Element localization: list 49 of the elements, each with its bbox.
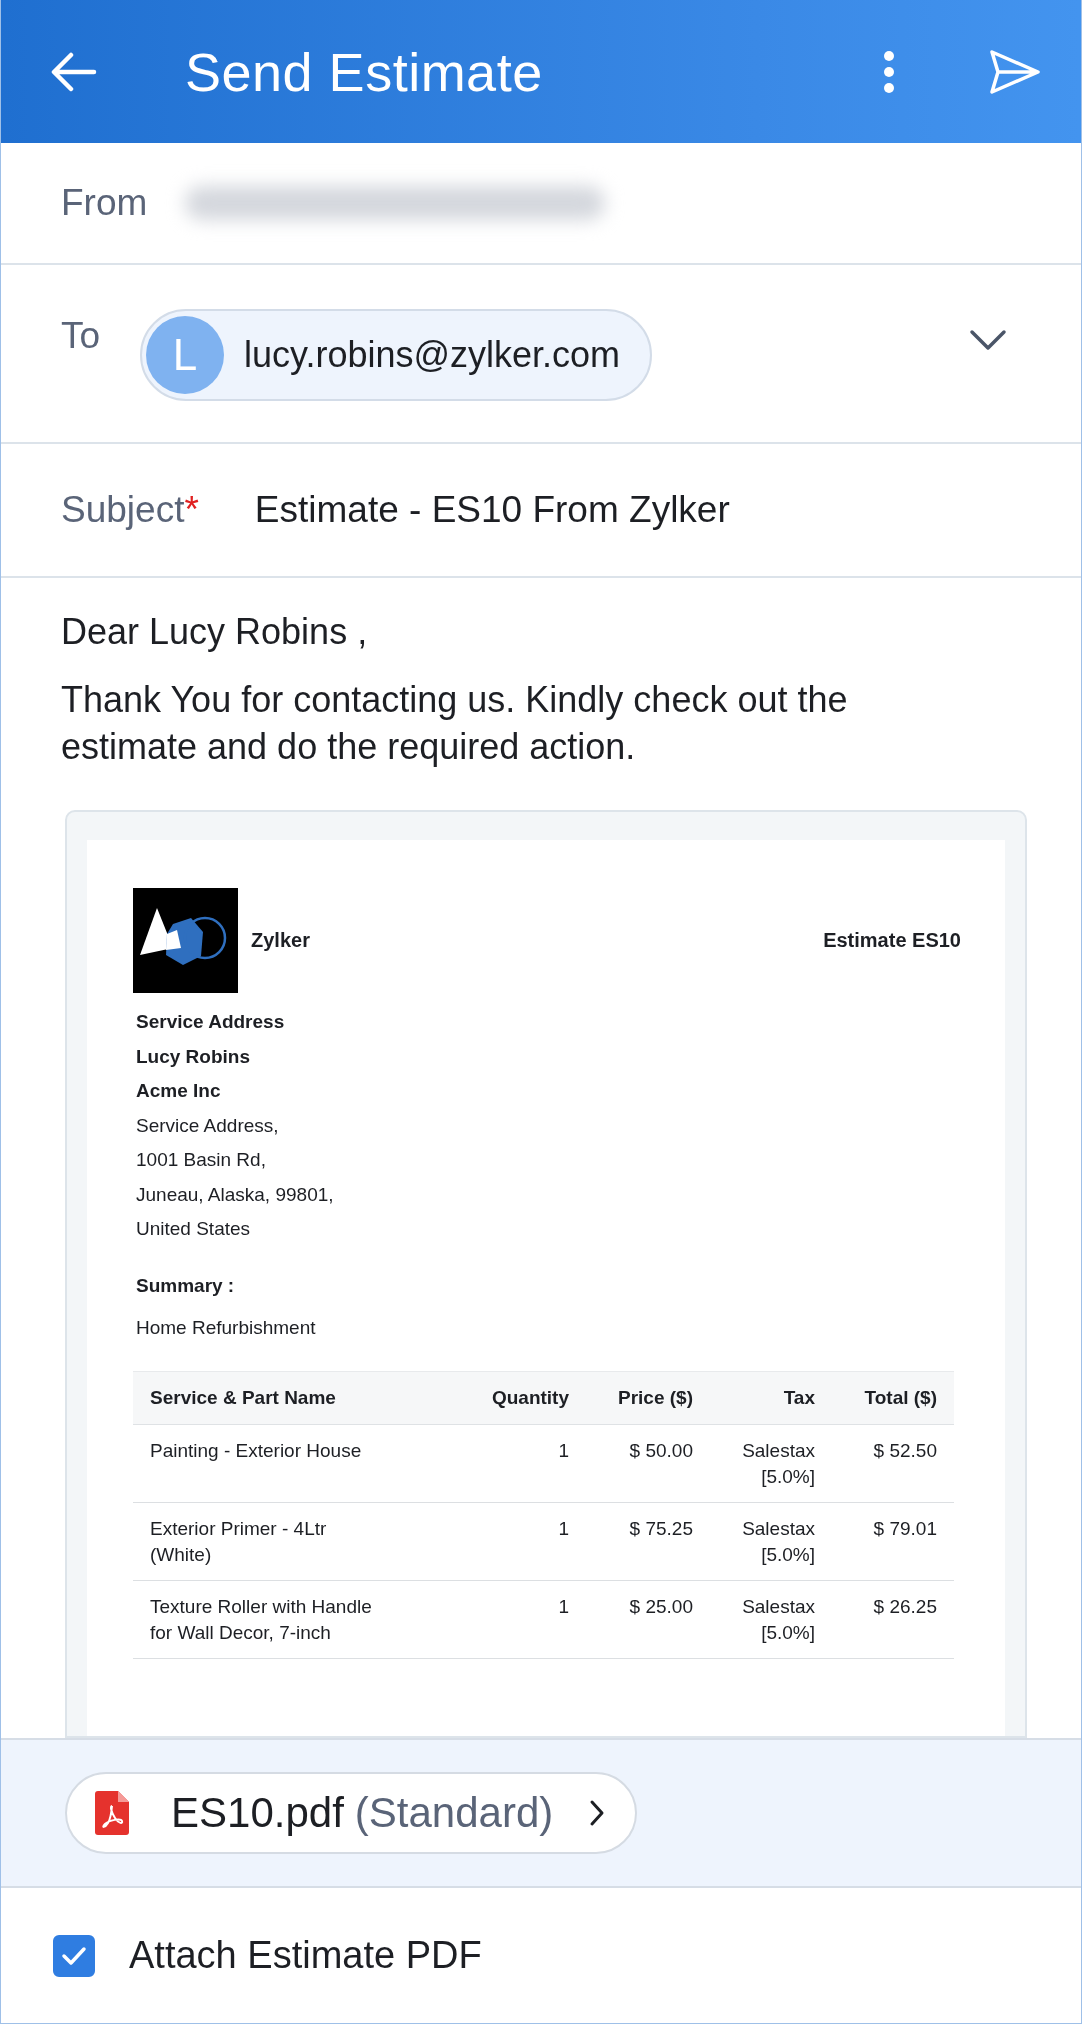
recipient-chip[interactable]: L lucy.robins@zylker.com xyxy=(140,309,653,401)
table-cell: Painting - Exterior House xyxy=(133,1424,473,1502)
table-cell: Salestax [5.0%] xyxy=(710,1580,832,1658)
summary-label: Summary : xyxy=(135,1274,236,1297)
screen-title: Send Estimate xyxy=(185,40,544,103)
address-line: United States xyxy=(135,1217,251,1241)
table-cell: Texture Roller with Handle for Wall Decor, 7-inch xyxy=(133,1580,473,1658)
table-cell: 1 xyxy=(473,1502,586,1580)
subject-value[interactable]: Estimate - ES10 From Zylker xyxy=(254,489,730,531)
table-cell: Salestax [5.0%] xyxy=(710,1424,832,1502)
back-button[interactable] xyxy=(51,51,97,92)
address-line: Juneau, Alaska, 99801, xyxy=(135,1182,334,1207)
expand-recipients-button[interactable] xyxy=(969,329,1007,351)
column-header: Tax xyxy=(710,1371,832,1424)
table-cell: $ 75.25 xyxy=(586,1502,710,1580)
table-cell: Salestax [5.0%] xyxy=(710,1502,832,1580)
from-label: From xyxy=(61,182,148,224)
column-header: Quantity xyxy=(473,1371,586,1424)
column-header: Service & Part Name xyxy=(133,1371,473,1424)
subject-label: Subject* xyxy=(61,489,199,531)
attach-pdf-label: Attach Estimate PDF xyxy=(129,1934,482,1977)
address-line: Service Address xyxy=(135,1010,285,1034)
table-cell: $ 25.00 xyxy=(586,1580,710,1658)
chevron-right-icon xyxy=(589,1799,606,1827)
company-name: Zylker xyxy=(251,929,311,952)
address-line: Lucy Robins xyxy=(135,1044,250,1069)
address-line: 1001 Basin Rd, xyxy=(135,1148,266,1172)
checkmark-icon xyxy=(61,1945,87,1966)
recipient-avatar: L xyxy=(146,316,225,394)
table-cell: 1 xyxy=(473,1424,586,1502)
message-text: Thank You for contacting us. Kindly check out the estimate and do the required action. xyxy=(61,678,849,769)
table-cell: $ 52.50 xyxy=(832,1424,954,1502)
column-header: Price ($) xyxy=(586,1371,710,1424)
column-header: Total ($) xyxy=(832,1371,954,1424)
table-cell: 1 xyxy=(473,1580,586,1658)
attachment-chip[interactable]: ES10.pdf (Standard) xyxy=(65,1772,638,1854)
table-cell: $ 50.00 xyxy=(586,1424,710,1502)
table-cell: $ 26.25 xyxy=(832,1580,954,1658)
to-label: To xyxy=(61,315,101,357)
table-cell: Exterior Primer - 4Ltr (White) xyxy=(133,1502,473,1580)
address-line: Acme Inc xyxy=(135,1079,221,1103)
attach-pdf-checkbox[interactable] xyxy=(53,1934,95,1977)
pdf-file-icon xyxy=(95,1791,129,1835)
address-line: Service Address, xyxy=(135,1113,279,1138)
table-cell: $ 79.01 xyxy=(832,1502,954,1580)
greeting-text: Dear Lucy Robins , xyxy=(61,610,369,654)
summary-text: Home Refurbishment xyxy=(135,1316,317,1339)
estimate-title: Estimate ES10 xyxy=(823,929,961,952)
send-button[interactable] xyxy=(989,48,1041,95)
